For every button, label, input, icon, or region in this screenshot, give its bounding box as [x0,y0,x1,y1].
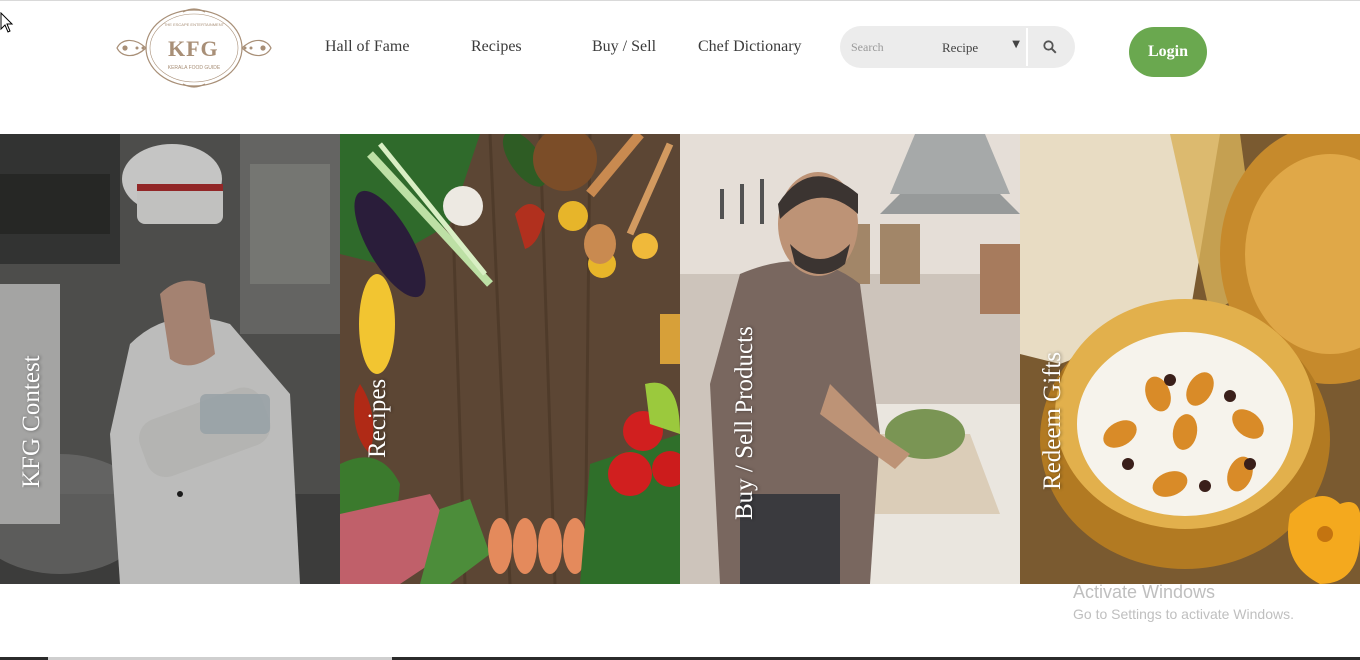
search-button[interactable] [1028,26,1075,68]
logo-bottom-text: KERALA FOOD GUIDE [167,65,221,71]
chef-cooking-photo [0,134,340,584]
nav-hall-of-fame[interactable]: Hall of Fame [325,38,409,56]
vegetables-on-wood-photo [340,134,680,584]
nav-recipes[interactable]: Recipes [471,38,522,56]
tile-label-redeem-gifts: Redeem Gifts [1039,351,1066,490]
top-border [0,0,1360,1]
kfg-logo[interactable]: KFG THE ESCAPE ENTERTAINMENT KERALA FOOD… [113,6,275,92]
search-bar: Recipe ▼ [840,26,1075,68]
tile-buy-sell-products[interactable]: Buy / Sell Products [680,134,1020,584]
nav-buy-sell[interactable]: Buy / Sell [592,38,656,56]
tile-label-recipes: Recipes [364,378,391,458]
payasam-in-brass-bowl-photo [1020,134,1360,584]
dropdown-arrow-icon: ▼ [1012,39,1020,50]
logo-top-text: THE ESCAPE ENTERTAINMENT [163,22,225,27]
search-category-value: Recipe [942,40,979,55]
windows-activation-title: Activate Windows [1073,582,1216,602]
login-button[interactable]: Login [1129,27,1207,77]
tile-label-kfg-contest: KFG Contest [18,355,45,488]
mouse-cursor-icon [0,12,14,33]
logo-monogram: KFG [168,36,219,61]
tile-kfg-contest[interactable]: KFG Contest [0,134,340,584]
windows-activation-subtitle: Go to Settings to activate Windows. [1073,606,1294,622]
search-input[interactable] [840,26,932,68]
tile-redeem-gifts[interactable]: Redeem Gifts [1020,134,1360,584]
tile-recipes[interactable]: Recipes [340,134,680,584]
nav-chef-dictionary[interactable]: Chef Dictionary [698,38,802,56]
tile-label-buy-sell-products: Buy / Sell Products [731,326,758,520]
search-category-select[interactable]: Recipe ▼ [934,26,1026,68]
search-icon [1043,40,1057,54]
